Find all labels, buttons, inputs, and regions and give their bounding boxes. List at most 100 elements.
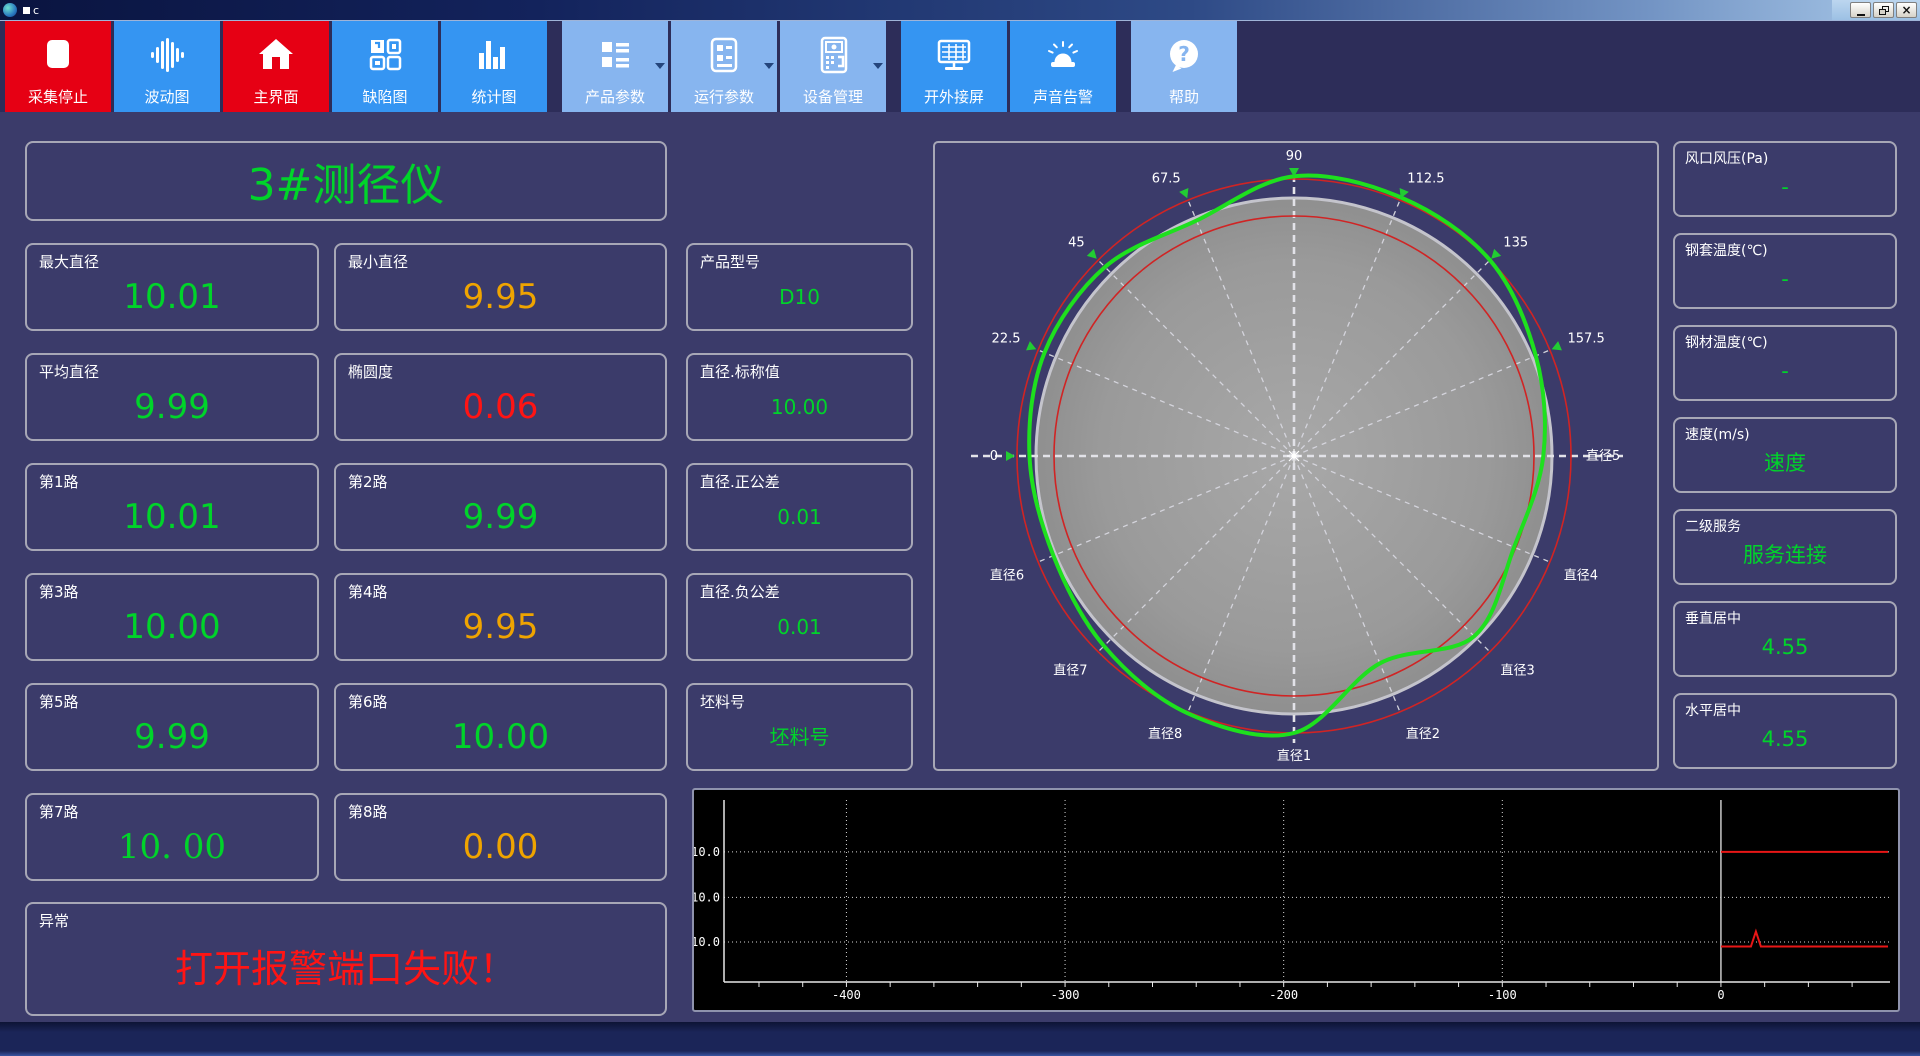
polar-angle-label: 22.5: [992, 332, 1021, 347]
capture-stop-button[interactable]: 采集停止: [5, 21, 111, 112]
toolbar-button-label: 运行参数: [693, 88, 754, 106]
status-value: -: [1781, 175, 1789, 199]
measure-box: 第1路 10.01: [25, 463, 319, 551]
restore-button[interactable]: [1873, 2, 1894, 18]
measure-label: 第7路: [39, 803, 79, 821]
minimize-button[interactable]: [1850, 2, 1871, 18]
toolbar-button-label: 波动图: [144, 88, 190, 106]
stats-chart-button[interactable]: 统计图: [441, 21, 547, 112]
close-button[interactable]: ×: [1896, 2, 1917, 18]
defect-chart-button[interactable]: 缺陷图: [332, 21, 438, 112]
status-label: 速度(m/s): [1685, 427, 1750, 443]
device-title: 3#测径仪: [25, 141, 667, 221]
toolbar-button-label: 设备管理: [802, 88, 863, 106]
measure-value: 坯料号: [769, 724, 830, 749]
run-params-button[interactable]: 运行参数: [671, 21, 777, 112]
measure-box: 第4路 9.95: [334, 573, 667, 661]
product-params-button[interactable]: 产品参数: [562, 21, 668, 112]
trend-y-label: 10.0: [694, 845, 720, 859]
main-screen-button[interactable]: 主界面: [223, 21, 329, 112]
measure-box: 最大直径 10.01: [25, 243, 319, 331]
titlebar: c ×: [0, 0, 1920, 20]
polar-diameter-label: 直径4: [1564, 569, 1598, 584]
measure-value: 10.00: [123, 606, 221, 647]
bottom-bar: [0, 1022, 1920, 1056]
measure-box: 直径.负公差 0.01: [686, 573, 913, 661]
dropdown-arrow-icon: [764, 63, 774, 69]
polar-angle-label: 135: [1503, 236, 1528, 251]
measure-value: D10: [779, 284, 820, 309]
measure-box: 第2路 9.99: [334, 463, 667, 551]
external-screen-button[interactable]: 开外接屏: [901, 21, 1007, 112]
status-value: -: [1781, 267, 1789, 291]
home-icon: [223, 35, 329, 75]
angle-arrow-icon: [1006, 451, 1015, 461]
toolbar-button-label: 缺陷图: [362, 88, 408, 106]
measure-value: 9.99: [134, 386, 210, 427]
toolbar-group-gap: [889, 21, 901, 112]
measure-label: 第6路: [348, 693, 388, 711]
measure-label: 第5路: [39, 693, 79, 711]
sound-alarm-icon: [1010, 35, 1116, 75]
status-label: 垂直居中: [1685, 611, 1741, 627]
measure-value: 10. 00: [117, 826, 227, 867]
status-box: 钢材温度(℃) -: [1673, 325, 1897, 401]
polar-chart-panel: 0 22.5 45 67.5 90 112.5 135 157.5 直径5 直径4 直径3 直径2 直径…: [933, 141, 1659, 771]
measure-label: 第1路: [39, 473, 79, 491]
help-button[interactable]: ? 帮助: [1131, 21, 1237, 112]
measure-box: 坯料号 坯料号: [686, 683, 913, 771]
toolbar-button-label: 统计图: [471, 88, 517, 106]
device-manage-icon: [780, 35, 886, 75]
window-title-icon: [23, 6, 30, 14]
angle-arrow-icon: [1026, 341, 1037, 351]
status-value: 速度: [1764, 451, 1806, 475]
toolbar-button-label: 声音告警: [1032, 88, 1093, 106]
dropdown-arrow-icon: [873, 63, 883, 69]
polar-diameter-label: 直径7: [1053, 664, 1087, 679]
measure-label: 坯料号: [700, 693, 746, 711]
polar-diameter-label: 直径1: [1277, 749, 1311, 764]
run-params-icon: [671, 35, 777, 75]
status-value: 4.55: [1761, 635, 1809, 659]
polar-angle-label: 0: [990, 449, 998, 464]
measure-box: 平均直径 9.99: [25, 353, 319, 441]
measure-label: 最小直径: [348, 253, 409, 271]
polar-diameter-label: 直径2: [1406, 727, 1440, 742]
measure-value: 10.01: [123, 496, 221, 537]
measure-value: 9.99: [134, 716, 210, 757]
trend-y-label: 10.0: [694, 890, 720, 904]
measure-box: 第8路 0.00: [334, 793, 667, 881]
toolbar-group-gap: [550, 21, 562, 112]
toolbar-button-label: 主界面: [253, 88, 299, 106]
measure-box: 直径.标称值 10.00: [686, 353, 913, 441]
trend-x-label: -400: [832, 988, 861, 1002]
window-controls: ×: [1832, 0, 1920, 20]
measure-box: 第6路 10.00: [334, 683, 667, 771]
measure-box: 第5路 9.99: [25, 683, 319, 771]
measure-box: 椭圆度 0.06: [334, 353, 667, 441]
dropdown-arrow-icon: [655, 63, 665, 69]
polar-angle-label: 90: [1286, 149, 1303, 164]
sound-alarm-button[interactable]: 声音告警: [1010, 21, 1116, 112]
angle-arrow-icon: [1551, 341, 1562, 351]
external-screen-icon: [901, 35, 1007, 75]
measure-label: 平均直径: [39, 363, 100, 381]
status-label: 风口风压(Pa): [1685, 151, 1769, 167]
trend-x-label: -200: [1269, 988, 1298, 1002]
polar-angle-label: 157.5: [1568, 332, 1605, 347]
polar-diameter-label: 直径6: [990, 569, 1024, 584]
status-box: 二级服务 服务连接: [1673, 509, 1897, 585]
measure-box: 最小直径 9.95: [334, 243, 667, 331]
status-label: 水平居中: [1685, 703, 1741, 719]
device-manage-button[interactable]: 设备管理: [780, 21, 886, 112]
wave-chart-button[interactable]: 波动图: [114, 21, 220, 112]
trend-chart-panel: 10.0 10.0 10.0 -400 -300 -200 -100 0: [692, 788, 1900, 1012]
polar-chart: 0 22.5 45 67.5 90 112.5 135 157.5 直径5 直径4 直径3 直径2 直径…: [971, 149, 1623, 764]
measure-label: 直径.标称值: [700, 363, 780, 381]
measure-label: 直径.负公差: [700, 583, 780, 601]
trend-chart: 10.0 10.0 10.0 -400 -300 -200 -100 0: [694, 800, 1890, 1002]
toolbar-button-label: 开外接屏: [923, 88, 984, 106]
trend-x-label: -100: [1488, 988, 1517, 1002]
stop-icon: [5, 35, 111, 75]
polar-angle-label: 45: [1068, 236, 1085, 251]
